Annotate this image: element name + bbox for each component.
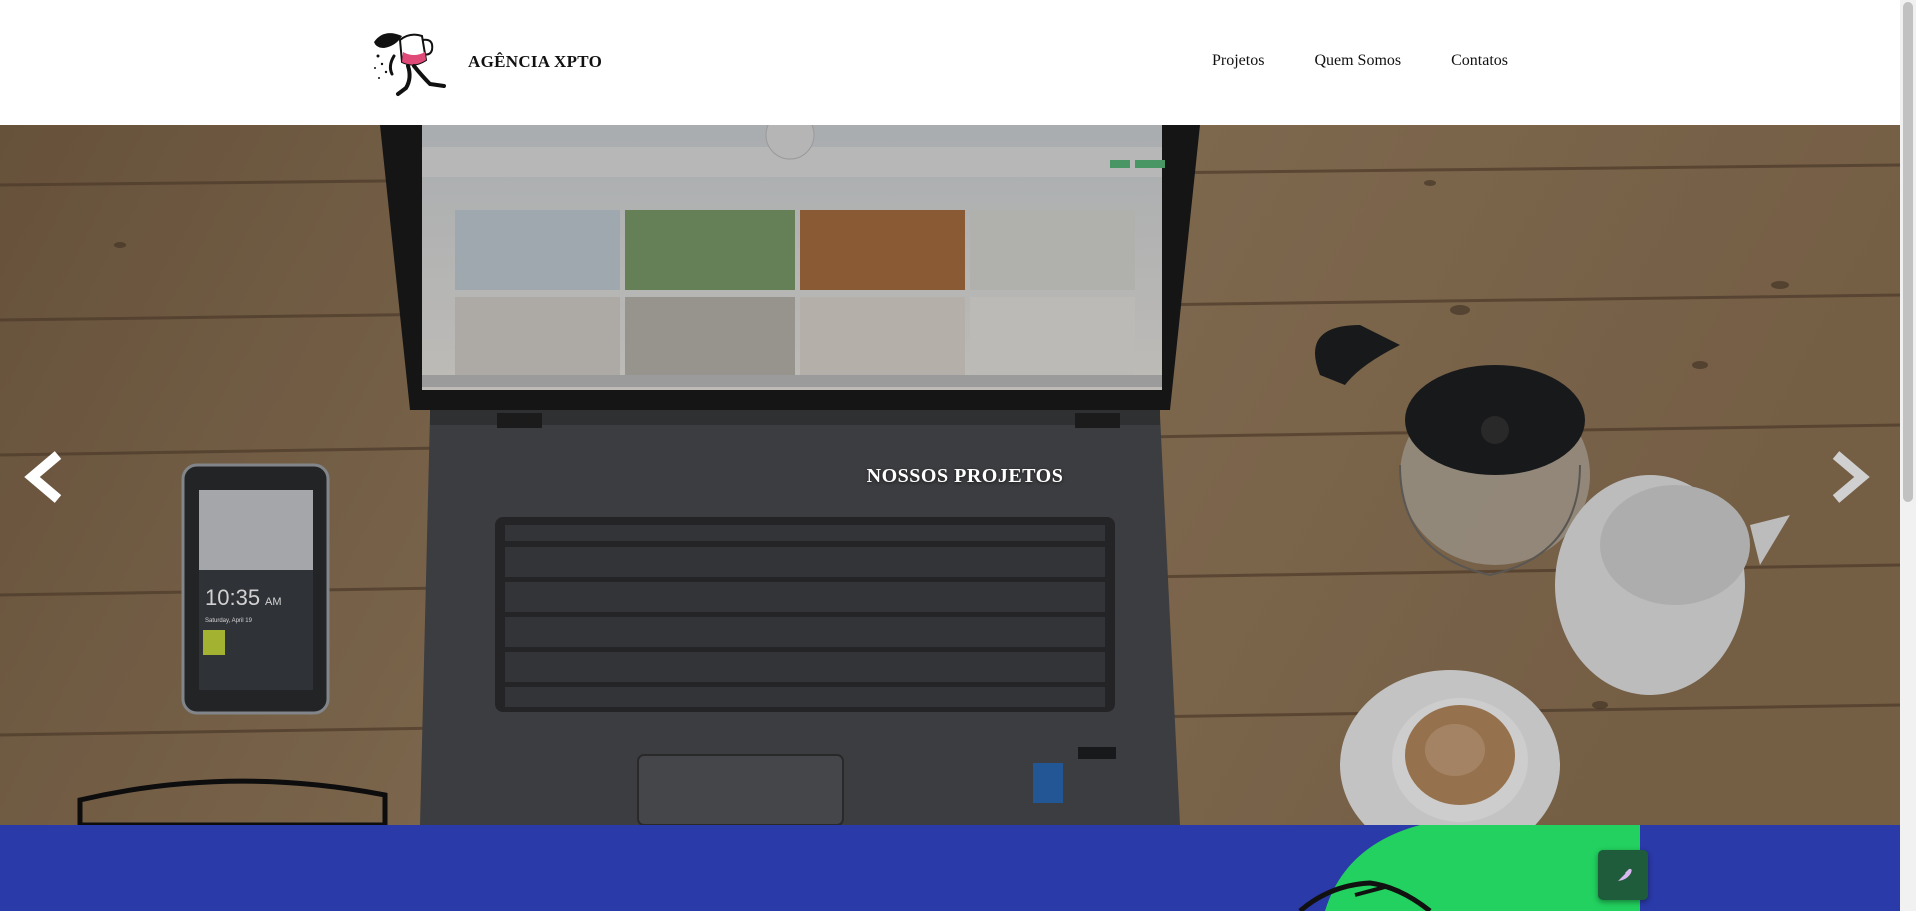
site-header: AGÊNCIA XPTO Projetos Quem Somos Contato… [0, 0, 1900, 125]
running-person-logo-icon [374, 33, 446, 96]
scrollbar-thumb[interactable] [1903, 2, 1913, 502]
nav-item-projetos[interactable]: Projetos [1212, 52, 1264, 70]
page-scrollbar[interactable] [1900, 0, 1916, 911]
feather-icon [1614, 868, 1632, 884]
carousel-prev-button[interactable] [12, 447, 72, 507]
carousel-next-button[interactable] [1822, 447, 1882, 507]
floating-action-button[interactable] [1598, 850, 1648, 900]
chevron-left-icon [24, 451, 62, 503]
nav-item-contatos[interactable]: Contatos [1451, 52, 1508, 70]
brand-name: AGÊNCIA XPTO [468, 52, 603, 71]
nav-item-quem-somos[interactable]: Quem Somos [1314, 52, 1401, 70]
chevron-right-icon [1832, 451, 1870, 503]
brand-link[interactable]: AGÊNCIA XPTO [370, 26, 602, 98]
hero-caption: NOSSOS PROJETOS [866, 465, 1064, 487]
main-nav: Projetos Quem Somos Contatos [1212, 52, 1558, 70]
hero-carousel: 10:35 AM Saturday, April 19 NOSSOS PROJE… [0, 125, 1900, 825]
